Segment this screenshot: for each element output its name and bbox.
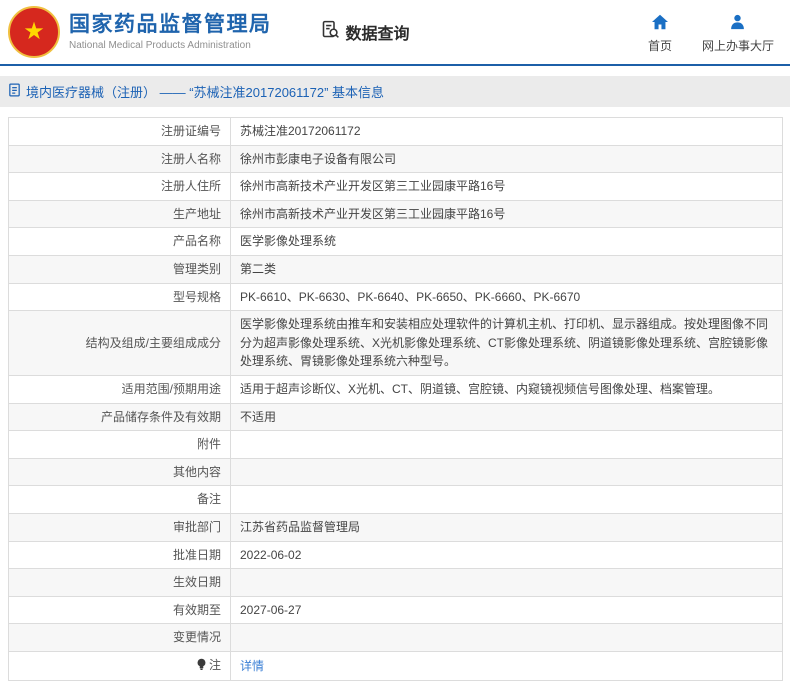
row-label: 注册证编号: [8, 117, 231, 146]
row-value: [230, 623, 783, 652]
row-value: 第二类: [230, 254, 783, 284]
row-value: 2022-06-02: [230, 540, 783, 570]
row-value: 徐州市彭康电子设备有限公司: [230, 144, 783, 174]
site-header: ★ 国家药品监督管理局 National Medical Products Ad…: [0, 0, 790, 66]
table-row: 生产地址 徐州市高新技术产业开发区第三工业园康平路16号: [8, 199, 783, 229]
row-value: 详情: [230, 650, 783, 681]
row-label: 产品储存条件及有效期: [8, 402, 231, 432]
row-label: 生产地址: [8, 199, 231, 229]
nav-home[interactable]: 首页: [648, 10, 672, 54]
row-label: 备注: [8, 485, 231, 514]
detail-link[interactable]: 详情: [240, 659, 264, 673]
row-value: [230, 485, 783, 514]
table-row: 其他内容: [8, 457, 783, 487]
row-label: 变更情况: [8, 623, 231, 652]
row-value: 苏械注准20172061172: [230, 117, 783, 146]
table-row: 管理类别 第二类: [8, 254, 783, 284]
row-label: 注册人名称: [8, 144, 231, 174]
row-label: 结构及组成/主要组成成分: [8, 310, 231, 376]
row-value: 医学影像处理系统由推车和安装相应处理软件的计算机主机、打印机、显示器组成。按处理…: [230, 310, 783, 376]
document-search-icon: [320, 19, 341, 45]
row-value: PK-6610、PK-6630、PK-6640、PK-6650、PK-6660、…: [230, 282, 783, 312]
table-row: 有效期至 2027-06-27: [8, 595, 783, 625]
table-row: 注册证编号 苏械注准20172061172: [8, 117, 783, 146]
table-row: 型号规格 PK-6610、PK-6630、PK-6640、PK-6650、PK-6…: [8, 282, 783, 312]
row-value: 适用于超声诊断仪、X光机、CT、阴道镜、宫腔镜、内窥镜视频信号图像处理、档案管理…: [230, 374, 783, 404]
nav-home-label: 首页: [647, 39, 672, 53]
table-row: 附件: [8, 430, 783, 459]
table-row: 产品储存条件及有效期 不适用: [8, 402, 783, 432]
row-label: 批准日期: [8, 540, 231, 570]
org-title-block: 国家药品监督管理局 National Medical Products Admi…: [69, 13, 272, 50]
row-value: 徐州市高新技术产业开发区第三工业园康平路16号: [230, 199, 783, 229]
row-label: 管理类别: [8, 254, 231, 284]
table-row: 批准日期 2022-06-02: [8, 540, 783, 570]
row-value: [230, 457, 783, 487]
row-value: 不适用: [230, 402, 783, 432]
data-query-label: 数据查询: [345, 26, 410, 43]
org-title: 国家药品监督管理局: [69, 13, 272, 37]
row-value: 医学影像处理系统: [230, 227, 783, 256]
row-value: 2027-06-27: [230, 595, 783, 625]
row-label: 审批部门: [8, 512, 231, 542]
table-row: 生效日期: [8, 568, 783, 597]
home-icon: [651, 14, 669, 33]
breadcrumb: 境内医疗器械（注册） —— “苏械注准20172061172” 基本信息: [0, 76, 790, 107]
registration-info-table: 注册证编号 苏械注准20172061172 注册人名称 徐州市彭康电子设备有限公司 注册…: [8, 117, 783, 681]
row-label: 注: [8, 650, 231, 681]
row-label: 型号规格: [8, 282, 231, 312]
row-label: 产品名称: [8, 227, 231, 256]
breadcrumb-text: 境内医疗器械（注册） —— “苏械注准20172061172” 基本信息: [26, 85, 385, 100]
header-nav: 首页 网上办事大厅: [648, 10, 774, 54]
row-label: 附件: [8, 430, 231, 459]
info-table-body: 注册证编号 苏械注准20172061172 注册人名称 徐州市彭康电子设备有限公司 注册…: [8, 117, 783, 681]
row-label: 注册人住所: [8, 172, 231, 201]
row-value: [230, 568, 783, 597]
nav-online-hall[interactable]: 网上办事大厅: [702, 10, 774, 54]
row-label: 适用范围/预期用途: [8, 374, 231, 404]
table-row: 注册人住所 徐州市高新技术产业开发区第三工业园康平路16号: [8, 172, 783, 201]
table-row: 备注: [8, 485, 783, 514]
table-row: 产品名称 医学影像处理系统: [8, 227, 783, 256]
row-label: 生效日期: [8, 568, 231, 597]
org-subtitle: National Medical Products Administration: [69, 39, 251, 51]
national-emblem-logo: ★: [8, 6, 60, 58]
nav-online-hall-label: 网上办事大厅: [701, 39, 774, 53]
table-row: 注册人名称 徐州市彭康电子设备有限公司: [8, 144, 783, 174]
row-value: 江苏省药品监督管理局: [230, 512, 783, 542]
table-row: 审批部门 江苏省药品监督管理局: [8, 512, 783, 542]
row-value: 徐州市高新技术产业开发区第三工业园康平路16号: [230, 172, 783, 201]
table-row: 结构及组成/主要组成成分 医学影像处理系统由推车和安装相应处理软件的计算机主机、打…: [8, 310, 783, 376]
bulb-icon: [196, 658, 207, 677]
user-icon: [729, 14, 746, 33]
table-row: 变更情况: [8, 623, 783, 652]
table-row: 注详情: [8, 650, 783, 681]
row-label: 有效期至: [8, 595, 231, 625]
data-query-section[interactable]: 数据查询: [320, 19, 410, 45]
document-icon: [8, 83, 21, 100]
table-row: 适用范围/预期用途 适用于超声诊断仪、X光机、CT、阴道镜、宫腔镜、内窥镜视频信号…: [8, 374, 783, 404]
row-label: 其他内容: [8, 457, 231, 487]
row-value: [230, 430, 783, 459]
